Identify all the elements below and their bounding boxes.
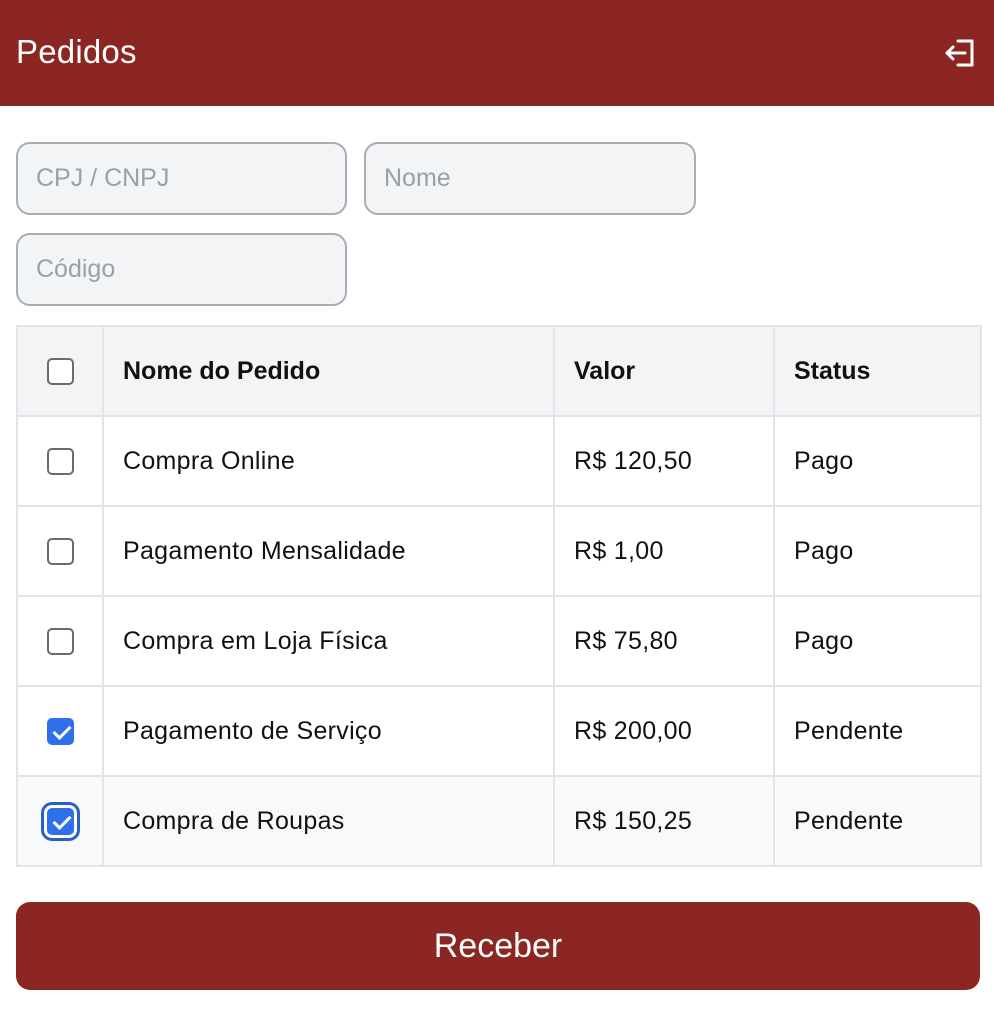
order-value: R$ 1,00 (553, 505, 775, 597)
order-name: Compra em Loja Física (102, 595, 555, 687)
select-all-checkbox[interactable] (46, 358, 74, 386)
row-checkbox[interactable] (46, 538, 74, 566)
table-row: Compra em Loja Física R$ 75,80 Pago (16, 595, 982, 687)
row-select-cell (16, 775, 104, 867)
app-header: Pedidos (0, 0, 994, 106)
row-checkbox[interactable] (46, 808, 74, 836)
row-select-cell (16, 685, 104, 777)
order-status: Pendente (773, 685, 982, 777)
order-status: Pago (773, 505, 982, 597)
table-header-row: Nome do Pedido Valor Status (16, 325, 982, 417)
row-checkbox[interactable] (46, 718, 74, 746)
logout-icon[interactable] (940, 34, 980, 72)
order-name: Compra de Roupas (102, 775, 555, 867)
column-header-nome: Nome do Pedido (102, 325, 555, 417)
order-value: R$ 75,80 (553, 595, 775, 687)
row-checkbox[interactable] (46, 628, 74, 656)
table-row: Pagamento de Serviço R$ 200,00 Pendente (16, 685, 982, 777)
row-select-cell (16, 595, 104, 687)
order-name: Pagamento de Serviço (102, 685, 555, 777)
order-name: Pagamento Mensalidade (102, 505, 555, 597)
order-name: Compra Online (102, 415, 555, 507)
column-header-valor: Valor (553, 325, 775, 417)
nome-input[interactable] (364, 142, 696, 215)
order-value: R$ 200,00 (553, 685, 775, 777)
receber-button[interactable]: Receber (16, 902, 980, 990)
order-status: Pendente (773, 775, 982, 867)
cpf-cnpj-input[interactable] (16, 142, 347, 215)
row-select-cell (16, 415, 104, 507)
table-row: Compra de Roupas R$ 150,25 Pendente (16, 775, 982, 867)
orders-table: Nome do Pedido Valor Status Compra Onlin… (16, 325, 982, 867)
column-header-status: Status (773, 325, 982, 417)
order-value: R$ 120,50 (553, 415, 775, 507)
select-all-cell (16, 325, 104, 417)
order-status: Pago (773, 415, 982, 507)
page-title: Pedidos (16, 33, 137, 70)
table-row: Pagamento Mensalidade R$ 1,00 Pago (16, 505, 982, 597)
row-select-cell (16, 505, 104, 597)
order-status: Pago (773, 595, 982, 687)
order-value: R$ 150,25 (553, 775, 775, 867)
row-checkbox[interactable] (46, 448, 74, 476)
codigo-input[interactable] (16, 233, 347, 306)
table-row: Compra Online R$ 120,50 Pago (16, 415, 982, 507)
